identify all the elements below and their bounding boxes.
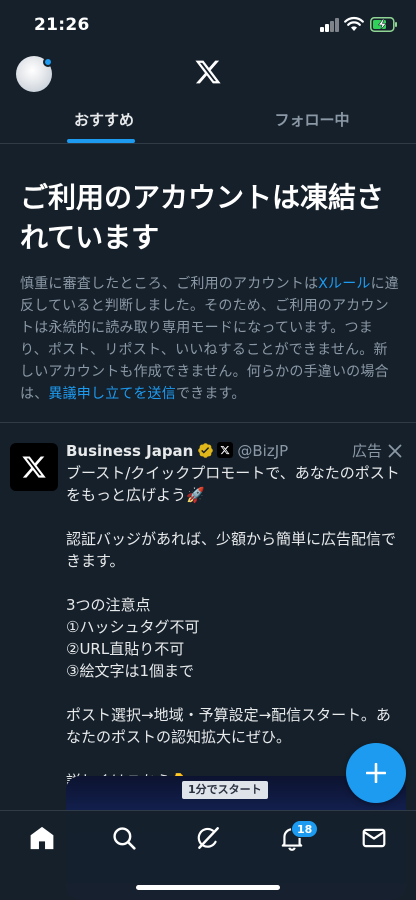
mail-icon[interactable] <box>361 825 387 851</box>
cellular-signal-icon <box>320 18 340 32</box>
ad-label: 広告 <box>352 442 383 460</box>
notice-text-3: できます。 <box>175 386 246 402</box>
status-bar: 21:26 <box>0 0 416 50</box>
notice-title: ご利用のアカウントは凍結されています <box>20 181 385 254</box>
active-tab-indicator <box>67 139 135 143</box>
x-rules-link[interactable]: Xルール <box>318 276 370 292</box>
section-divider <box>0 422 416 423</box>
home-indicator <box>136 885 280 890</box>
notice-body: 慎重に審査したところ、ご利用のアカウントはXルールに違反していると判断しました。… <box>20 273 400 405</box>
app-screen: 21:26 おすすめ フォロー中 ご利用のアカウントは凍結されています 慎重に審… <box>0 0 416 900</box>
timeline-tabs: おすすめ フォロー中 <box>0 98 416 144</box>
compose-button[interactable] <box>346 743 406 803</box>
avatar-notification-dot <box>43 57 53 67</box>
search-icon[interactable] <box>111 825 137 851</box>
notifications-badge: 18 <box>291 820 319 838</box>
post-author-avatar[interactable] <box>10 443 58 491</box>
post-author-name[interactable]: Business Japan <box>66 442 193 460</box>
suspension-notice: ご利用のアカウントは凍結されています 慎重に審査したところ、ご利用のアカウントは… <box>20 178 400 405</box>
wifi-icon <box>344 16 364 31</box>
post-text: ブースト/クイックプロモートで、あなたのポストをもっと広げよう🚀 認証バッジがあ… <box>66 464 400 790</box>
battery-charging-icon <box>370 17 397 32</box>
status-time: 21:26 <box>34 15 90 35</box>
appeal-link[interactable]: 異議申し立てを送信 <box>48 386 176 402</box>
grok-icon[interactable] <box>195 825 221 851</box>
notice-text-1: 慎重に審査したところ、ご利用のアカウントは <box>20 276 319 292</box>
tab-following[interactable]: フォロー中 <box>208 98 416 144</box>
close-icon[interactable] <box>388 444 402 458</box>
x-logo[interactable] <box>194 58 222 86</box>
x-affiliate-icon <box>217 442 234 458</box>
notice-text-2: に違反していると判断しました。そのため、ご利用のアカウントは永続的に読み取り専用… <box>20 276 399 402</box>
tab-recommended[interactable]: おすすめ <box>0 98 208 144</box>
media-label: 1分でスタート <box>182 781 268 799</box>
verified-badge-icon <box>198 443 214 458</box>
compose-plus-icon <box>366 763 386 783</box>
x-logo-icon <box>22 456 46 478</box>
post-author-handle[interactable]: @BizJP <box>237 442 288 460</box>
home-icon[interactable] <box>29 825 55 851</box>
